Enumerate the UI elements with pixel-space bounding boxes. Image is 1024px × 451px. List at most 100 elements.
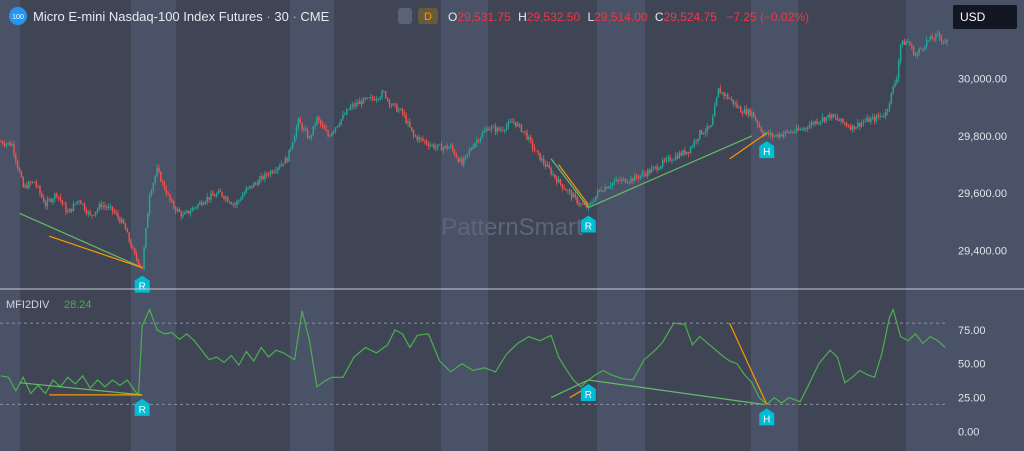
candle-body xyxy=(290,148,292,150)
candle-body xyxy=(132,247,134,249)
candle-body xyxy=(509,121,511,123)
candle-body xyxy=(609,185,612,187)
candle-body xyxy=(375,99,378,101)
candle-body xyxy=(890,92,893,104)
candle-body xyxy=(929,36,932,41)
candle-body xyxy=(204,201,207,204)
candle-body xyxy=(896,78,898,83)
candle-body xyxy=(384,91,387,99)
candle-body xyxy=(803,127,805,130)
candle-body xyxy=(769,132,772,135)
candle-body xyxy=(682,150,684,156)
symbol-logo-text: 100 xyxy=(12,14,24,21)
candle-body xyxy=(221,192,223,197)
candle-body xyxy=(656,166,658,170)
candle-body xyxy=(669,157,671,161)
candle-body xyxy=(892,86,894,93)
candle-body xyxy=(94,211,97,215)
candle-body xyxy=(674,155,677,160)
candle-body xyxy=(399,108,402,110)
candle-body xyxy=(715,97,718,106)
candle-body xyxy=(684,150,686,155)
candle-body xyxy=(528,136,530,140)
candle-body xyxy=(2,141,4,144)
candle-body xyxy=(619,180,621,182)
candle-body xyxy=(513,121,515,123)
candle-body xyxy=(230,202,233,205)
symbol-name[interactable]: Micro E-mini Nasdaq-100 Index Futures xyxy=(33,9,263,24)
session-band-4 xyxy=(645,0,751,451)
candle-body xyxy=(524,131,526,132)
candle-body xyxy=(476,140,478,144)
candle-body xyxy=(258,179,261,185)
candle-body xyxy=(700,130,703,135)
currency-label[interactable]: USD xyxy=(960,10,986,24)
candle-body xyxy=(650,168,653,173)
candle-body xyxy=(749,109,751,116)
candle-body xyxy=(217,191,220,194)
candle-body xyxy=(83,203,86,211)
candle-body xyxy=(739,107,742,113)
candle-body xyxy=(866,117,868,122)
candle-body xyxy=(124,223,127,230)
candle-body xyxy=(648,170,651,173)
candle-body xyxy=(468,150,471,154)
candle-body xyxy=(490,126,493,130)
candle-body xyxy=(423,140,426,142)
candle-body xyxy=(113,210,116,213)
candle-body xyxy=(213,195,216,197)
candle-body xyxy=(160,171,162,182)
d-badge[interactable]: D xyxy=(424,11,432,23)
candle-body xyxy=(260,175,262,180)
candle-body xyxy=(624,178,627,183)
candle-body xyxy=(440,144,443,151)
candle-body xyxy=(799,129,801,131)
watermark: PatternSmart xyxy=(441,214,583,241)
candle-body xyxy=(466,153,469,156)
symbol-interval[interactable]: 30 xyxy=(274,9,288,24)
candle-body xyxy=(334,127,337,131)
candle-body xyxy=(753,112,755,118)
candle-body xyxy=(357,102,359,105)
candle-body xyxy=(857,122,859,128)
candle-body xyxy=(247,187,249,189)
candle-body xyxy=(699,130,701,139)
candle-body xyxy=(145,227,147,248)
candle-body xyxy=(834,116,837,118)
symbol-exchange[interactable]: CME xyxy=(300,9,329,24)
candle-body xyxy=(717,88,720,98)
candle-body xyxy=(295,127,298,137)
candle-body xyxy=(611,182,614,186)
session-band-5 xyxy=(798,0,906,451)
candle-body xyxy=(897,61,900,79)
candle-body xyxy=(306,130,309,138)
candle-body xyxy=(422,138,424,141)
candle-body xyxy=(922,48,924,50)
candle-body xyxy=(554,174,556,178)
candle-body xyxy=(451,145,454,150)
candle-body xyxy=(362,98,365,105)
candle-body xyxy=(239,199,242,201)
chart-canvas[interactable]: PatternSmart 29,400.00 29,600.00 29,800.00… xyxy=(0,0,1024,451)
candle-body xyxy=(751,112,753,116)
candle-body xyxy=(433,144,435,149)
candle-body xyxy=(353,104,355,107)
candle-body xyxy=(608,186,610,189)
candle-body xyxy=(832,114,835,117)
candle-body xyxy=(632,178,634,182)
hidden-badge[interactable] xyxy=(398,8,412,24)
candle-body xyxy=(336,126,339,128)
candle-body xyxy=(628,181,630,183)
candle-body xyxy=(256,183,259,185)
candle-body xyxy=(563,188,565,190)
candle-body xyxy=(130,241,132,248)
candle-body xyxy=(481,132,484,138)
candle-body xyxy=(515,121,517,127)
candle-body xyxy=(264,173,266,180)
candle-body xyxy=(600,189,603,192)
candle-body xyxy=(109,206,112,208)
candle-body xyxy=(914,55,917,56)
symbol-title[interactable]: Micro E-mini Nasdaq-100 Index Futures · … xyxy=(33,9,330,24)
candle-body xyxy=(647,170,649,176)
candle-body xyxy=(576,196,578,204)
